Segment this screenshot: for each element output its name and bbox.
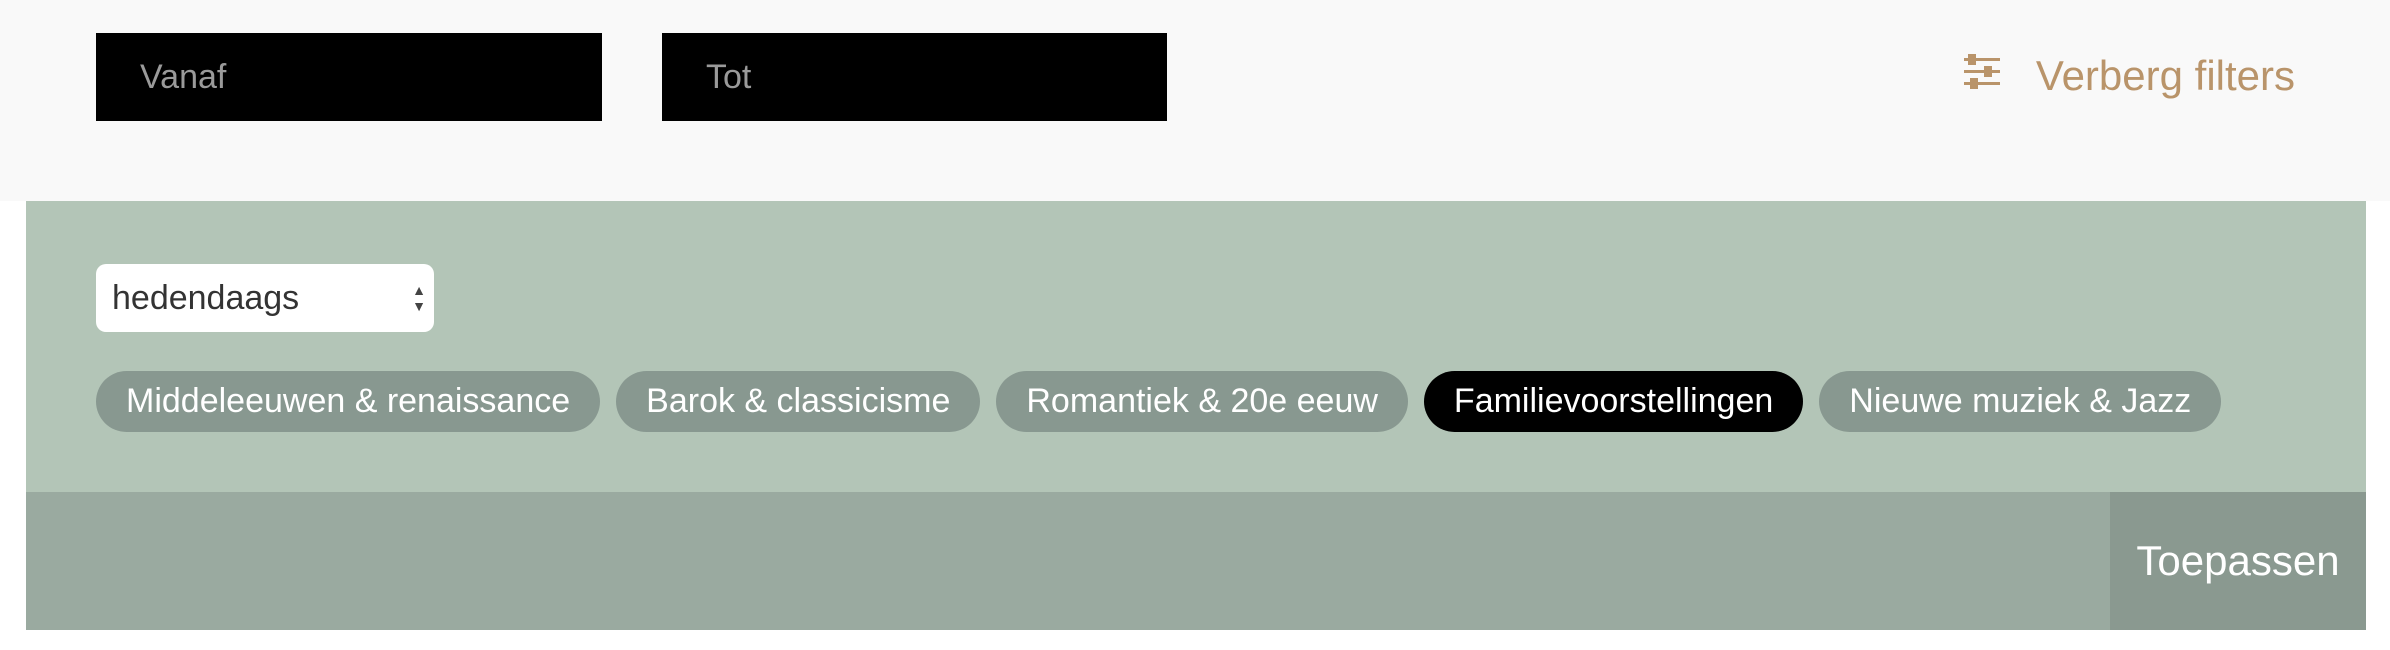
genre-select-value: hedendaags [112, 278, 300, 317]
chip-familievoorstellingen[interactable]: Familievoorstellingen [1423, 371, 1804, 432]
chip-middeleeuwen[interactable]: Middeleeuwen & renaissance [96, 371, 601, 432]
date-to-placeholder: Tot [706, 57, 752, 96]
filter-header: Vanaf Tot Verberg filters [0, 0, 2390, 201]
category-chips: Middeleeuwen & renaissance Barok & class… [96, 371, 2222, 432]
chip-romantiek[interactable]: Romantiek & 20e eeuw [996, 371, 1408, 432]
filter-panel: hedendaags ▲ ▼ Middeleeuwen & renaissance… [26, 201, 2366, 492]
bottom-strip [0, 630, 2390, 650]
apply-button[interactable]: Toepassen [2110, 492, 2366, 630]
sliders-icon [1962, 51, 2002, 101]
chip-barok[interactable]: Barok & classicisme [616, 371, 981, 432]
hide-filters-button[interactable]: Verberg filters [1962, 44, 2295, 108]
genre-select[interactable]: hedendaags ▲ ▼ [96, 264, 434, 332]
date-from-input[interactable]: Vanaf [96, 33, 602, 121]
date-to-input[interactable]: Tot [662, 33, 1167, 121]
date-from-placeholder: Vanaf [140, 57, 227, 96]
hide-filters-label: Verberg filters [2035, 52, 2295, 99]
chip-nieuwe-muziek[interactable]: Nieuwe muziek & Jazz [1819, 371, 2222, 432]
apply-bar: Toepassen [26, 492, 2366, 630]
select-arrows-icon: ▲ ▼ [412, 282, 426, 314]
